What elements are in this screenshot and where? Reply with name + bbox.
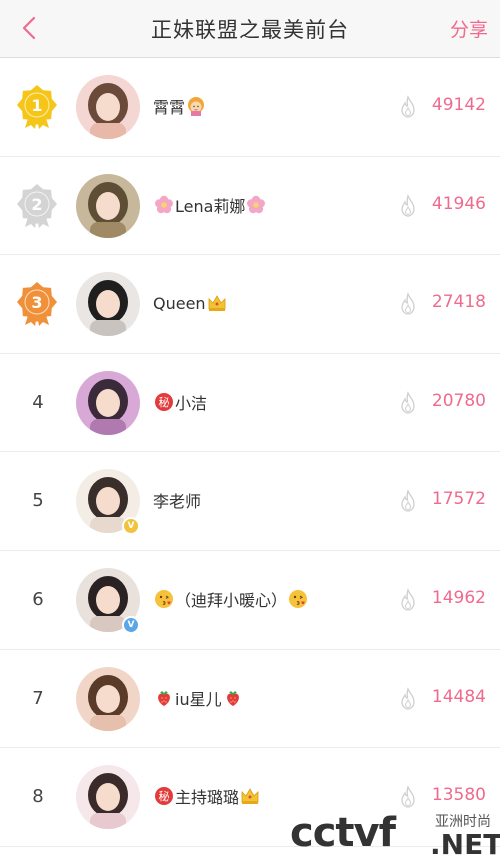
- avatar[interactable]: [76, 666, 140, 731]
- user-name-text: 小洁: [175, 393, 208, 413]
- user-name: Lena莉娜: [153, 193, 267, 217]
- gold-medal-icon: 1: [17, 85, 57, 129]
- top-nav-bar: 正妹联盟之最美前台 分享: [0, 0, 500, 58]
- svg-text:秘: 秘: [159, 789, 170, 803]
- popularity-score: 14962: [431, 587, 486, 608]
- kiss-emoji-icon: [153, 589, 175, 610]
- flame-icon: [398, 292, 418, 316]
- share-button[interactable]: 分享: [450, 15, 488, 42]
- watermark-brand: cctvf: [290, 810, 396, 856]
- verified-badge-icon: V: [122, 517, 140, 536]
- rank-number: 5: [32, 490, 44, 512]
- user-name-text: Lena莉娜: [175, 196, 246, 216]
- ranking-row[interactable]: 7 iu星儿 14484: [0, 650, 500, 749]
- svg-text:3: 3: [31, 293, 42, 312]
- popularity-score: 17572: [431, 489, 486, 510]
- strawberry-emoji-icon: [153, 687, 175, 708]
- popularity-score: 49142: [431, 95, 486, 115]
- svg-text:2: 2: [31, 195, 42, 214]
- user-name: iu星儿: [153, 686, 244, 710]
- user-name-text: iu星儿: [175, 689, 222, 709]
- page-title: 正妹联盟之最美前台: [151, 18, 349, 42]
- user-name-text: （迪拜小暖心）: [175, 590, 288, 610]
- user-name: 秘 小洁: [153, 390, 207, 414]
- kiss-emoji-icon: [287, 589, 309, 610]
- popularity-score: 41946: [431, 193, 486, 214]
- popularity-score: 20780: [431, 390, 486, 411]
- user-name: Queen: [153, 291, 228, 315]
- ranking-row[interactable]: 3 Queen 27418: [0, 255, 500, 354]
- watermark-domain: .NET: [430, 828, 500, 861]
- ranking-row[interactable]: 1 霄霄 49142: [0, 58, 500, 157]
- user-name-text: 主持璐璐: [175, 788, 240, 808]
- ranking-list: 1 霄霄 49142 2 Lena莉娜 41946 3 Queen 27418 …: [0, 58, 500, 847]
- flame-icon: [398, 785, 418, 809]
- user-name: （迪拜小暖心）: [153, 587, 309, 611]
- flame-icon: [398, 489, 418, 513]
- secret-emoji-icon: 秘: [153, 392, 175, 413]
- watermark-logo: cctvf 亚洲时尚 .NET: [290, 808, 500, 861]
- avatar[interactable]: [76, 370, 140, 435]
- rank-number: 7: [32, 687, 44, 709]
- user-name: 李老师: [153, 488, 201, 512]
- strawberry-emoji-icon: [222, 687, 244, 708]
- popularity-score: 13580: [431, 785, 486, 806]
- popularity-score: 14484: [431, 686, 486, 707]
- popularity-score: 27418: [431, 292, 486, 313]
- user-name: 霄霄: [153, 94, 207, 118]
- ranking-row[interactable]: 5 V 李老师 17572: [0, 452, 500, 551]
- ranking-row[interactable]: 6 V （迪拜小暖心） 14962: [0, 551, 500, 650]
- svg-text:秘: 秘: [159, 395, 170, 409]
- flower-emoji-icon: [245, 194, 267, 215]
- svg-text:1: 1: [31, 96, 42, 115]
- flower-emoji-icon: [153, 194, 175, 215]
- flame-icon: [398, 686, 418, 711]
- rank-number: 8: [32, 786, 44, 808]
- flame-icon: [398, 95, 418, 119]
- bronze-medal-icon: 3: [17, 282, 57, 327]
- flame-icon: [398, 588, 418, 612]
- avatar[interactable]: [76, 272, 140, 337]
- ranking-row[interactable]: 4 秘 小洁 20780: [0, 354, 500, 453]
- crown-emoji-icon: [206, 293, 228, 314]
- avatar[interactable]: [76, 75, 140, 139]
- user-name-text: 霄霄: [153, 98, 186, 117]
- rank-number: 6: [32, 588, 44, 610]
- ranking-row[interactable]: 2 Lena莉娜 41946: [0, 157, 500, 256]
- avatar[interactable]: [76, 173, 140, 238]
- verified-badge-icon: V: [122, 615, 140, 634]
- girl-emoji-icon: [185, 96, 207, 117]
- user-name-text: 李老师: [153, 492, 202, 512]
- flame-icon: [398, 193, 418, 218]
- secret-emoji-icon: 秘: [153, 786, 175, 807]
- user-name: 秘 主持璐璐: [153, 784, 261, 808]
- rank-number: 4: [32, 391, 44, 413]
- crown-emoji-icon: [239, 786, 261, 807]
- flame-icon: [398, 390, 418, 415]
- avatar[interactable]: [76, 765, 140, 830]
- silver-medal-icon: 2: [17, 183, 57, 228]
- user-name-text: Queen: [153, 293, 206, 313]
